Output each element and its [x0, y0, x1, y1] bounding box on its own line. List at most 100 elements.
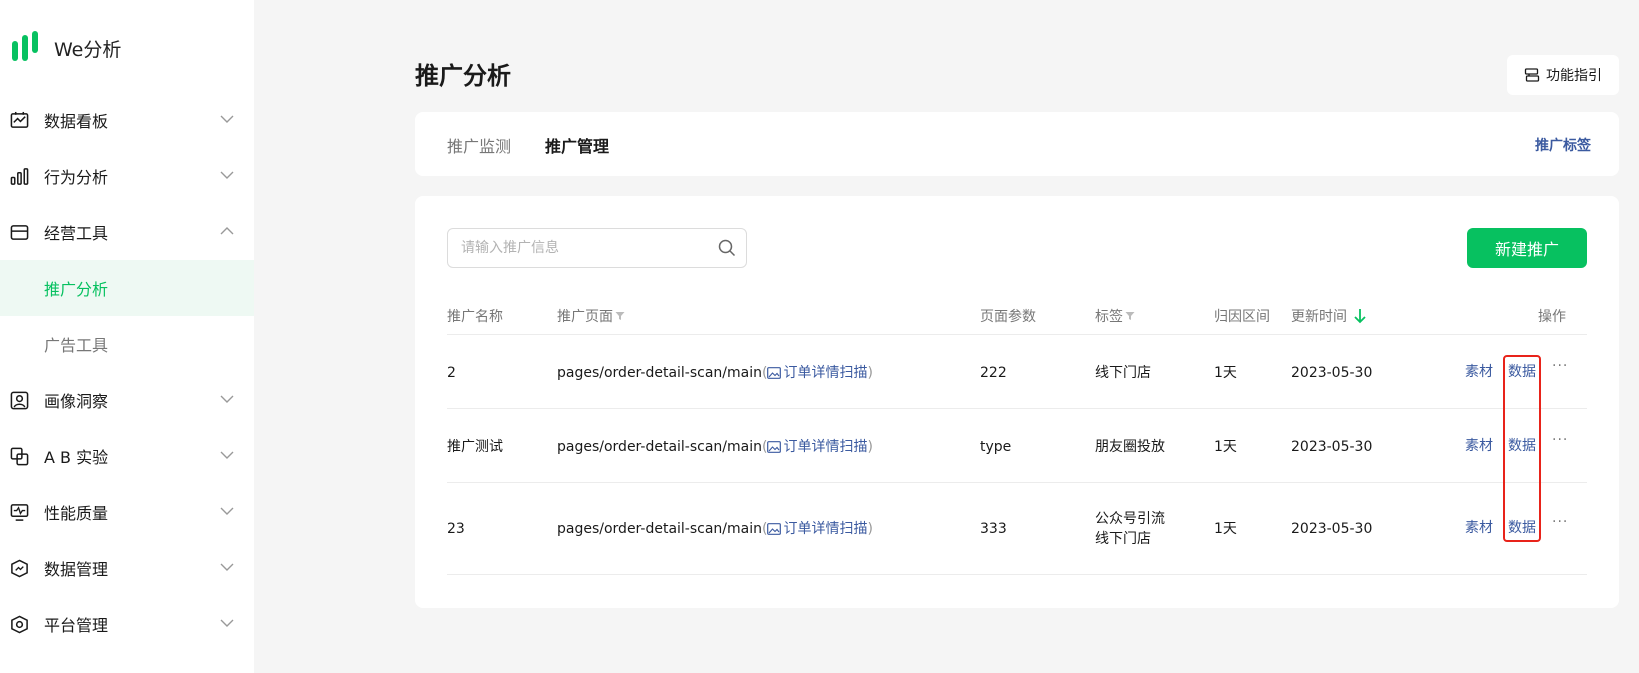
- cell-name: 推广测试: [447, 439, 503, 455]
- sidebar-item-label: 经营工具: [44, 224, 109, 243]
- tab-promotion-management[interactable]: 推广管理: [545, 133, 609, 157]
- sidebar-item-ab-test[interactable]: A B 实验: [0, 428, 254, 484]
- sidebar-item-label: 数据看板: [44, 112, 109, 131]
- cell-tag: 线下门店: [1095, 365, 1151, 381]
- column-header-attribution: 归因区间: [1214, 309, 1270, 325]
- sidebar-subitem-label: 推广分析: [44, 280, 109, 299]
- promotion-tags-link[interactable]: 推广标签: [1535, 135, 1591, 155]
- row-divider: [447, 482, 1587, 483]
- filter-icon[interactable]: [615, 311, 625, 321]
- sidebar-item-portrait-insight[interactable]: 画像洞察: [0, 372, 254, 428]
- page-preview-link[interactable]: 订单详情扫描: [767, 437, 867, 457]
- cell-name: 2: [447, 365, 456, 381]
- cell-attribution: 1天: [1214, 521, 1237, 537]
- column-header-actions: 操作: [1538, 309, 1566, 325]
- material-button[interactable]: 素材: [1465, 517, 1493, 537]
- settings-hex-icon: [11, 615, 28, 634]
- portrait-icon: [10, 391, 29, 410]
- cell-updated: 2023-05-30: [1291, 521, 1373, 537]
- we-analysis-logo-icon: [12, 31, 38, 61]
- cell-page: pages/order-detail-scan/main(订单详情扫描): [557, 437, 873, 457]
- feature-guide-button[interactable]: 功能指引: [1507, 55, 1619, 95]
- cell-tag: 线下门店: [1095, 531, 1151, 547]
- sidebar-item-label: A B 实验: [44, 448, 109, 467]
- cell-params: 222: [980, 365, 1007, 381]
- sort-descending-icon[interactable]: [1353, 308, 1367, 324]
- column-header-name: 推广名称: [447, 309, 503, 325]
- app-logo[interactable]: We分析: [12, 30, 121, 66]
- bar-chart-icon: [10, 168, 29, 185]
- sidebar: We分析 数据看板 行为分析 经营工具 推广分析 广告工具 画像洞察 A B 实…: [0, 0, 254, 673]
- cell-tag: 公众号引流: [1095, 511, 1165, 527]
- sidebar-item-label: 数据管理: [44, 560, 109, 579]
- tab-promotion-monitoring[interactable]: 推广监测: [447, 133, 511, 157]
- promotion-table-card: 新建推广 推广名称 推广页面 页面参数 标签 归因区间 更新时间 操作 2 pa…: [415, 196, 1619, 608]
- sidebar-item-label: 性能质量: [44, 504, 109, 523]
- cell-updated: 2023-05-30: [1291, 365, 1373, 381]
- sidebar-item-dashboard[interactable]: 数据看板: [0, 92, 254, 148]
- sidebar-subitem-promotion-analysis[interactable]: 推广分析: [0, 260, 254, 316]
- column-header-params: 页面参数: [980, 309, 1036, 325]
- store-icon: [10, 225, 29, 240]
- cell-page: pages/order-detail-scan/main(订单详情扫描): [557, 519, 873, 539]
- search-box: [447, 228, 747, 268]
- tab-bar: 推广监测 推广管理 推广标签: [415, 112, 1619, 176]
- sidebar-item-label: 平台管理: [44, 616, 109, 635]
- cell-updated: 2023-05-30: [1291, 439, 1373, 455]
- data-column-highlight: [1503, 355, 1541, 542]
- page-title: 推广分析: [415, 62, 511, 90]
- filter-icon[interactable]: [1125, 311, 1135, 321]
- cell-page: pages/order-detail-scan/main(订单详情扫描): [557, 363, 873, 383]
- sidebar-item-platform-management[interactable]: 平台管理: [0, 596, 254, 652]
- column-header-page: 推广页面: [557, 306, 625, 326]
- chevron-up-icon: [220, 227, 234, 235]
- table-header-divider: [447, 334, 1587, 335]
- page-preview-link[interactable]: 订单详情扫描: [767, 519, 867, 539]
- dashboard-icon: [10, 111, 29, 128]
- sidebar-item-data-management[interactable]: 数据管理: [0, 540, 254, 596]
- row-divider: [447, 574, 1587, 575]
- monitor-icon: [10, 504, 29, 521]
- sidebar-subitem-label: 广告工具: [44, 336, 109, 355]
- more-actions-icon[interactable]: ···: [1552, 432, 1568, 448]
- chevron-down-icon: [220, 115, 234, 123]
- search-input[interactable]: [448, 229, 708, 267]
- signpost-icon: [1524, 68, 1540, 82]
- row-divider: [447, 408, 1587, 409]
- more-actions-icon[interactable]: ···: [1552, 358, 1568, 374]
- material-button[interactable]: 素材: [1465, 361, 1493, 381]
- column-header-updated[interactable]: 更新时间: [1291, 306, 1367, 326]
- app-logo-text: We分析: [54, 38, 122, 61]
- material-button[interactable]: 素材: [1465, 435, 1493, 455]
- sidebar-item-label: 画像洞察: [44, 392, 109, 411]
- cell-name: 23: [447, 521, 465, 537]
- image-icon: [767, 523, 782, 535]
- search-icon[interactable]: [718, 239, 736, 257]
- create-promotion-button[interactable]: 新建推广: [1467, 228, 1587, 268]
- cell-attribution: 1天: [1214, 365, 1237, 381]
- image-icon: [767, 367, 782, 379]
- sidebar-subitem-ad-tools[interactable]: 广告工具: [0, 316, 254, 372]
- cell-attribution: 1天: [1214, 439, 1237, 455]
- sidebar-item-behavior-analysis[interactable]: 行为分析: [0, 148, 254, 204]
- page-preview-link[interactable]: 订单详情扫描: [767, 363, 867, 383]
- sidebar-item-performance-quality[interactable]: 性能质量: [0, 484, 254, 540]
- data-shield-icon: [11, 559, 28, 578]
- ab-test-icon: [10, 447, 29, 466]
- sidebar-item-label: 行为分析: [44, 168, 109, 187]
- chevron-down-icon: [220, 395, 234, 403]
- cell-tag: 朋友圈投放: [1095, 439, 1165, 455]
- chevron-down-icon: [220, 451, 234, 459]
- more-actions-icon[interactable]: ···: [1552, 514, 1568, 530]
- chevron-down-icon: [220, 619, 234, 627]
- chevron-down-icon: [220, 563, 234, 571]
- image-icon: [767, 441, 782, 453]
- cell-params: type: [980, 439, 1012, 455]
- sidebar-item-business-tools[interactable]: 经营工具: [0, 204, 254, 260]
- feature-guide-label: 功能指引: [1546, 68, 1602, 84]
- chevron-down-icon: [220, 171, 234, 179]
- cell-params: 333: [980, 521, 1007, 537]
- column-header-tags: 标签: [1095, 306, 1135, 326]
- sidebar-nav: 数据看板 行为分析 经营工具 推广分析 广告工具 画像洞察 A B 实验 性能质…: [0, 92, 254, 652]
- chevron-down-icon: [220, 507, 234, 515]
